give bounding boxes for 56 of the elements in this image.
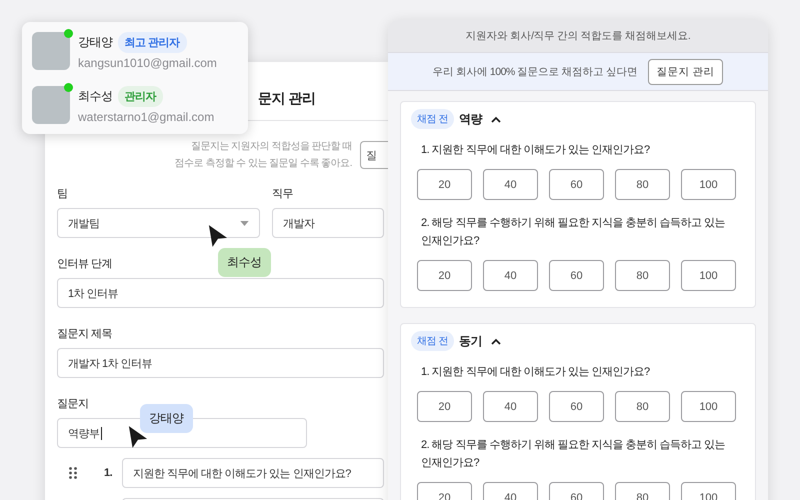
- user-name: 강태양: [78, 34, 112, 51]
- text-field[interactable]: 개발자 1차 인터뷰: [57, 348, 384, 378]
- questionnaire-button[interactable]: 질: [360, 141, 388, 169]
- field-label: 질문지 제목: [57, 327, 112, 341]
- user-name: 최수성: [78, 88, 112, 105]
- score-button[interactable]: 80: [615, 391, 670, 422]
- cursor-icon: [208, 224, 228, 248]
- user-email: kangsun1010@gmail.com: [78, 56, 217, 70]
- question-field[interactable]: 지원한 직무에 대한 이해도가 있는 인재인가요?: [122, 458, 384, 488]
- team-select[interactable]: 개발팀: [57, 208, 260, 238]
- question-text: 1. 지원한 직무에 대한 이해도가 있는 인재인가요?: [420, 143, 651, 158]
- score-button[interactable]: 40: [483, 260, 538, 291]
- field-label: 팀: [57, 187, 68, 201]
- banner-text: 우리 회사에 100% 질문으로 채점하고 싶다면: [432, 64, 638, 78]
- chevron-icon[interactable]: [490, 338, 501, 344]
- score-button[interactable]: 40: [483, 391, 538, 422]
- question-text: 2. 해당 직무를 수행하기 위해 필요한 지식을 충분히 습득하고 있는 인재인가요?: [420, 438, 726, 471]
- score-button[interactable]: 80: [615, 260, 670, 291]
- drag-handle-icon[interactable]: [69, 467, 77, 479]
- role-badge: 관리자: [118, 86, 163, 107]
- text-field[interactable]: 개발자: [272, 208, 384, 238]
- score-button[interactable]: 100: [681, 260, 736, 291]
- hint-text: 질문지는 지원자의 적합성을 판단할 때 점수로 측정할 수 있는 질문일 수록 좋아요.: [174, 140, 352, 171]
- text-field[interactable]: 1차 인터뷰: [57, 278, 384, 308]
- score-button[interactable]: 100: [681, 169, 736, 200]
- question-number: 1.: [104, 467, 114, 479]
- score-button[interactable]: 80: [615, 169, 670, 200]
- status-badge: 채점 전: [411, 109, 454, 129]
- score-button[interactable]: 60: [549, 391, 604, 422]
- section-title: 역량: [458, 110, 482, 128]
- score-button[interactable]: 20: [417, 391, 472, 422]
- cursor-label: 최수성: [218, 248, 270, 277]
- status-badge: 채점 전: [411, 331, 454, 351]
- header-text: 지원자와 회사/직무 간의 적합도를 채점해보세요.: [466, 29, 690, 43]
- score-button[interactable]: 60: [549, 169, 604, 200]
- field-label: 질문지: [57, 397, 88, 411]
- manage-button[interactable]: 질문지 관리: [648, 58, 724, 84]
- score-button[interactable]: 20: [417, 260, 472, 291]
- section-title: 동기: [458, 332, 482, 350]
- chevron-icon[interactable]: [490, 116, 501, 122]
- question-text: 2. 해당 직무를 수행하기 위해 필요한 지식을 충분히 습득하고 있는 인재인가요?: [420, 216, 726, 249]
- cursor-icon: [128, 425, 148, 449]
- score-button[interactable]: 100: [681, 391, 736, 422]
- score-button[interactable]: 60: [549, 260, 604, 291]
- field-label: 인터뷰 단계: [57, 257, 112, 271]
- caret-icon: [240, 220, 249, 226]
- question-text: 1. 지원한 직무에 대한 이해도가 있는 인재인가요?: [420, 365, 651, 380]
- window-title: 문지 관리: [258, 90, 316, 106]
- user-email: waterstarno1@gmail.com: [78, 110, 214, 124]
- cursor-label: 강태양: [140, 404, 192, 433]
- score-button[interactable]: 20: [417, 169, 472, 200]
- photo-placeholder: [32, 86, 70, 124]
- photo-placeholder: [32, 32, 70, 70]
- score-button[interactable]: 40: [483, 169, 538, 200]
- role-badge: 최고 관리자: [118, 32, 187, 53]
- field-label: 직무: [272, 187, 293, 201]
